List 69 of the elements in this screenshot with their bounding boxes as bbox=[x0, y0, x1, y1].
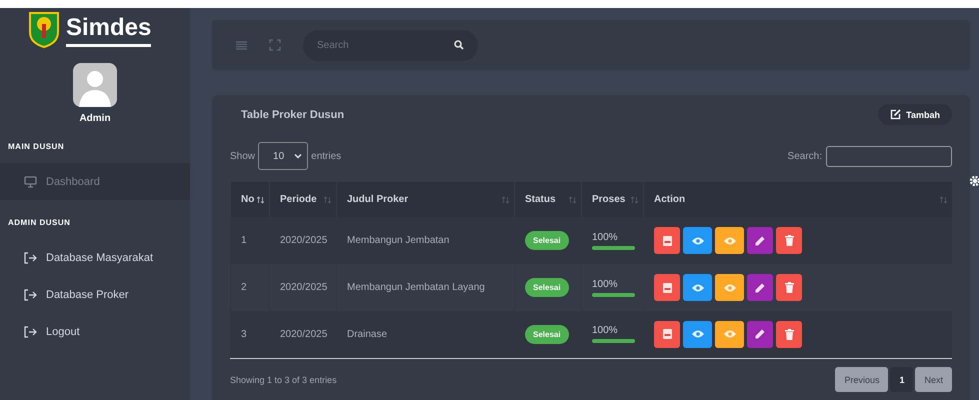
entries-select[interactable]: 10 bbox=[258, 142, 308, 170]
document-icon bbox=[662, 236, 672, 246]
column-header[interactable]: Proses bbox=[582, 182, 644, 217]
avatar-icon bbox=[73, 63, 117, 107]
column-header[interactable]: No bbox=[230, 182, 270, 217]
document-icon bbox=[662, 282, 672, 292]
delete-button[interactable] bbox=[776, 320, 802, 348]
status-badge: Selesai bbox=[525, 278, 569, 297]
sidebar-item[interactable]: Database Masyarakat bbox=[0, 239, 190, 276]
trash-icon bbox=[784, 328, 794, 340]
brand-name: Simdes bbox=[66, 12, 152, 46]
user-name: Admin bbox=[78, 113, 112, 124]
monitor-icon bbox=[24, 176, 37, 188]
trash-icon bbox=[784, 282, 794, 293]
emblem-icon bbox=[28, 10, 60, 48]
pencil-icon bbox=[755, 236, 765, 246]
section-heading: MAIN DUSUN bbox=[7, 141, 66, 153]
eye-icon bbox=[692, 284, 704, 292]
chevron-down-icon bbox=[294, 153, 302, 159]
table-cell: Membangun Jembatan bbox=[336, 217, 514, 264]
table-cell: 3 bbox=[230, 311, 270, 358]
trash-icon bbox=[784, 235, 794, 246]
eye-icon bbox=[724, 284, 736, 292]
edit-icon bbox=[890, 109, 902, 120]
table-cell: 2020/2025 bbox=[270, 217, 336, 264]
pencil-icon bbox=[755, 329, 765, 340]
eye-icon bbox=[724, 330, 736, 338]
edit-button[interactable] bbox=[747, 274, 773, 301]
progress-reading: 100% bbox=[592, 232, 619, 242]
eye-icon bbox=[692, 330, 704, 338]
progress-reading: 100% bbox=[592, 278, 619, 290]
show-label: Show bbox=[230, 150, 256, 162]
table-cell: 2020/2025 bbox=[270, 311, 336, 358]
status-badge: Selesai bbox=[525, 231, 569, 250]
table-info: Showing 1 to 3 of 3 entries bbox=[230, 374, 337, 384]
view-button[interactable] bbox=[683, 320, 712, 348]
column-header[interactable]: Action bbox=[644, 182, 952, 217]
sidebar-item[interactable]: Database Proker bbox=[0, 276, 190, 313]
print-button[interactable] bbox=[654, 320, 680, 348]
status-badge: Selesai bbox=[525, 324, 569, 344]
column-header[interactable]: Judul Proker bbox=[336, 182, 514, 217]
sign-out-icon bbox=[24, 326, 37, 338]
settings-icon[interactable] bbox=[969, 175, 979, 187]
card-title: Table Proker Dusun bbox=[241, 108, 344, 120]
pagination-button[interactable]: Previous bbox=[835, 367, 888, 392]
sidebar-item[interactable]: Logout bbox=[0, 313, 190, 350]
edit-button[interactable] bbox=[747, 320, 773, 348]
add-button[interactable]: Tambah bbox=[878, 104, 952, 125]
section-heading: ADMIN DUSUN bbox=[7, 217, 72, 229]
view-button[interactable] bbox=[715, 320, 744, 348]
sign-out-icon bbox=[24, 252, 37, 264]
eye-icon bbox=[692, 236, 704, 244]
entries-label: entries bbox=[311, 150, 342, 162]
progress-reading: 100% bbox=[592, 325, 619, 336]
search-label: Search: bbox=[788, 150, 822, 162]
pagination-button[interactable]: Next bbox=[915, 367, 952, 392]
table-cell: 1 bbox=[230, 217, 270, 264]
eye-icon bbox=[724, 236, 736, 244]
search-field[interactable]: Search bbox=[303, 30, 478, 60]
document-icon bbox=[662, 329, 672, 340]
edit-button[interactable] bbox=[747, 227, 773, 254]
table-search-field[interactable] bbox=[826, 146, 952, 166]
column-header[interactable]: Periode bbox=[270, 182, 336, 217]
table-cell: Drainase bbox=[336, 311, 514, 358]
sign-out-icon bbox=[24, 288, 37, 300]
pencil-icon bbox=[755, 282, 765, 292]
search-icon[interactable] bbox=[454, 40, 464, 50]
pagination-button[interactable]: 1 bbox=[890, 367, 914, 392]
column-header[interactable]: Status bbox=[514, 182, 582, 217]
